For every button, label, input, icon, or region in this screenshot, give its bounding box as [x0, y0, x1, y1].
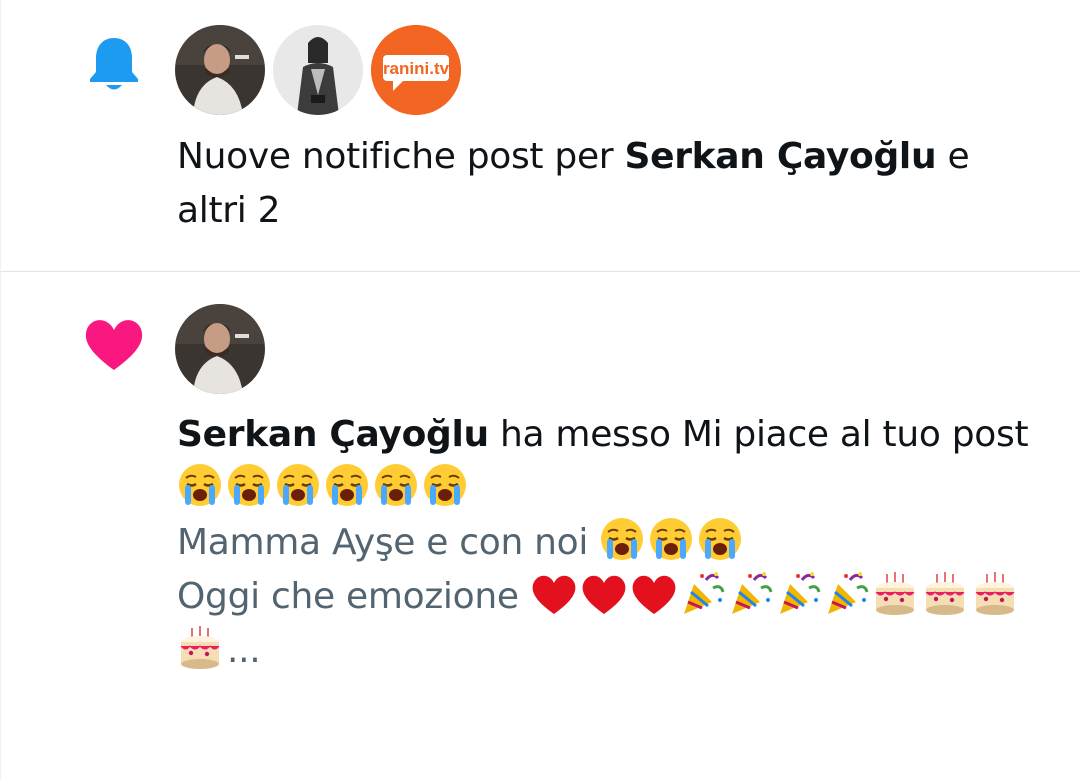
- crying-face-emoji: [177, 462, 223, 508]
- red-heart-emoji: [580, 572, 628, 616]
- avatar[interactable]: [175, 25, 265, 115]
- crying-face-emoji: [324, 462, 370, 508]
- ranini-logo-text: ranini.tv: [383, 59, 450, 78]
- crying-face-emoji: [226, 462, 272, 508]
- notification-item[interactable]: ranini.tv Nuove notifiche post per Serka…: [0, 0, 1080, 272]
- emoji-row: [177, 462, 1037, 516]
- bell-icon: [90, 38, 138, 90]
- crying-face-emoji: [697, 516, 743, 562]
- avatar-group: [175, 304, 265, 394]
- crying-face-emoji: [648, 516, 694, 562]
- avatar-group: ranini.tv: [175, 25, 461, 115]
- birthday-cake-emoji: [872, 570, 918, 616]
- party-popper-emoji: [728, 570, 774, 616]
- party-popper-emoji: [680, 570, 726, 616]
- post-text-line: Mamma Ayşe e con noi: [177, 522, 589, 563]
- red-heart-emoji: [630, 572, 678, 616]
- notification-item[interactable]: Serkan Çayoğlu ha messo Mi piace al tuo …: [0, 272, 1080, 780]
- ellipsis: ...: [227, 630, 261, 671]
- heart-icon: [85, 320, 143, 370]
- crying-face-emoji: [599, 516, 645, 562]
- party-popper-emoji: [776, 570, 822, 616]
- birthday-cake-emoji: [922, 570, 968, 616]
- crying-face-emoji: [275, 462, 321, 508]
- crying-face-emoji: [422, 462, 468, 508]
- post-preview[interactable]: Mamma Ayşe e con noi Oggi che emozione .…: [177, 462, 1037, 678]
- user-name[interactable]: Serkan Çayoğlu: [177, 414, 489, 455]
- notification-text: Serkan Çayoğlu ha messo Mi piace al tuo …: [177, 408, 1037, 678]
- avatar[interactable]: [273, 25, 363, 115]
- avatar[interactable]: ranini.tv: [371, 25, 461, 115]
- notification-text: Nuove notifiche post per Serkan Çayoğlu …: [177, 136, 970, 231]
- avatar[interactable]: [175, 304, 265, 394]
- party-popper-emoji: [824, 570, 870, 616]
- crying-face-emoji: [373, 462, 419, 508]
- birthday-cake-emoji: [177, 624, 223, 670]
- user-name[interactable]: Serkan Çayoğlu: [624, 136, 936, 177]
- post-text-line: Oggi che emozione: [177, 576, 519, 617]
- red-heart-emoji: [530, 572, 578, 616]
- birthday-cake-emoji: [972, 570, 1018, 616]
